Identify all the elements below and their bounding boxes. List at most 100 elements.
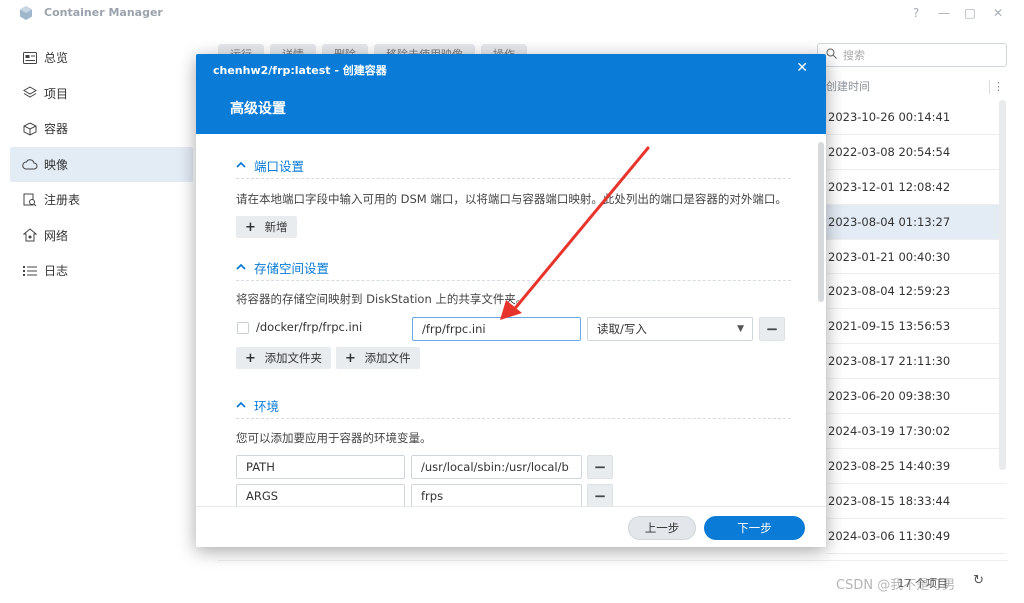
port-section-title: 端口设置: [254, 159, 305, 174]
column-separator: [989, 80, 990, 94]
dialog-scrollbar[interactable]: [818, 142, 824, 302]
sidebar-item-project[interactable]: 项目: [0, 76, 205, 112]
search-icon: [826, 48, 837, 62]
sidebar-item-image[interactable]: 映像: [10, 146, 193, 182]
env-name-input[interactable]: ARGS: [236, 484, 405, 506]
mount-path-input[interactable]: /frp/frpc.ini: [412, 317, 581, 341]
env-section-header[interactable]: 环境: [236, 396, 279, 415]
permission-value: 读取/写入: [597, 322, 647, 336]
dialog-footer: 上一步 下一步: [196, 506, 826, 547]
table-row[interactable]: 2023-08-17 21:11:30: [826, 344, 1006, 380]
sidebar-item-label: 映像: [44, 157, 69, 172]
storage-row-checkbox[interactable]: [237, 322, 249, 334]
image-table: 2023-10-26 00:14:41 2022-03-08 20:54:54 20…: [826, 100, 1006, 554]
maximize-icon[interactable]: □: [962, 5, 978, 21]
dialog-title: chenhw2/frp:latest - 创建容器: [213, 64, 387, 77]
table-row[interactable]: 2021-09-15 13:56:53: [826, 309, 1006, 345]
section-divider: [236, 280, 791, 281]
storage-section-title: 存储空间设置: [254, 261, 330, 276]
table-row[interactable]: 2023-08-25 14:40:39: [826, 449, 1006, 484]
next-button[interactable]: 下一步: [704, 516, 805, 540]
sidebar-item-label: 容器: [44, 122, 69, 137]
sidebar-item-label: 注册表: [44, 193, 81, 208]
watermark: CSDN @我不是叮男: [836, 578, 956, 593]
registry-icon: [22, 192, 38, 208]
container-manager-logo: [20, 6, 32, 20]
minimize-icon[interactable]: —: [936, 5, 952, 21]
section-divider: [236, 418, 791, 419]
storage-description: 将容器的存储空间映射到 DiskStation 上的共享文件夹。: [236, 292, 528, 306]
table-row[interactable]: 2024-03-19 17:30:02: [826, 414, 1006, 449]
sidebar-item-label: 网络: [44, 228, 69, 243]
caret-down-icon: ▼: [737, 324, 744, 334]
table-row[interactable]: 2024-03-06 11:30:49: [826, 519, 1006, 554]
container-icon: [22, 121, 38, 137]
list-icon: [22, 263, 38, 279]
table-row[interactable]: 2023-12-01 12:08:42: [826, 170, 1006, 205]
sidebar-item-label: 总览: [44, 51, 69, 66]
env-value-input[interactable]: frps: [411, 484, 582, 506]
add-port-button[interactable]: + 新增: [236, 216, 297, 238]
plus-icon: +: [245, 351, 256, 366]
search-placeholder: 搜索: [843, 49, 865, 62]
table-row[interactable]: 2023-08-04 01:13:27: [826, 204, 1006, 240]
section-divider: [236, 178, 791, 179]
table-scrollbar[interactable]: [999, 100, 1006, 470]
layers-icon: [22, 85, 38, 101]
refresh-icon[interactable]: ↻: [973, 573, 984, 588]
more-icon[interactable]: ⋮: [993, 80, 1004, 93]
sidebar-item-label: 日志: [44, 264, 69, 279]
port-section-header[interactable]: 端口设置: [236, 156, 304, 175]
close-icon[interactable]: ✕: [990, 5, 1006, 21]
add-file-button[interactable]: + 添加文件: [336, 347, 420, 369]
close-icon[interactable]: ✕: [796, 60, 808, 76]
host-path: /docker/frp/frpc.ini: [256, 320, 363, 334]
plus-icon: +: [245, 220, 256, 235]
sidebar-item-label: 项目: [44, 86, 69, 101]
sidebar-item-log[interactable]: 日志: [0, 253, 205, 289]
network-icon: [22, 227, 38, 243]
env-name-input[interactable]: PATH: [236, 455, 405, 479]
storage-section-header[interactable]: 存储空间设置: [236, 258, 329, 277]
sidebar-item-overview[interactable]: 总览: [0, 40, 205, 76]
plus-icon: +: [345, 351, 356, 366]
column-header-created[interactable]: 创建时间 ⋮: [826, 78, 1008, 98]
overview-icon: [22, 50, 38, 66]
add-folder-label: 添加文件夹: [264, 351, 323, 365]
chevron-up-icon: [236, 262, 246, 273]
sidebar: 总览 项目 容器 映像 注册表 网络 日志: [0, 40, 205, 289]
chevron-up-icon: [236, 400, 246, 411]
previous-button[interactable]: 上一步: [628, 516, 696, 540]
remove-env-button[interactable]: −: [587, 455, 613, 479]
app-title: Container Manager: [44, 6, 163, 19]
create-container-dialog: chenhw2/frp:latest - 创建容器 ✕ 高级设置 端口设置 请在…: [196, 54, 826, 547]
table-row[interactable]: 2023-08-15 18:33:44: [826, 484, 1006, 519]
dialog-body: 端口设置 请在本地端口字段中输入可用的 DSM 端口，以将端口与容器端口映射。此…: [196, 134, 826, 506]
table-row[interactable]: 2022-03-08 20:54:54: [826, 135, 1006, 170]
add-folder-button[interactable]: + 添加文件夹: [236, 347, 332, 369]
add-file-label: 添加文件: [364, 351, 411, 365]
title-bar: Container Manager ? — □ ✕: [0, 0, 1024, 26]
sidebar-item-registry[interactable]: 注册表: [0, 182, 205, 218]
table-row[interactable]: 2023-01-21 00:40:30: [826, 240, 1006, 275]
sidebar-item-network[interactable]: 网络: [0, 218, 205, 254]
dialog-subtitle: 高级设置: [230, 101, 286, 117]
sidebar-item-container[interactable]: 容器: [0, 111, 205, 147]
table-row[interactable]: 2023-10-26 00:14:41: [826, 100, 1006, 135]
remove-storage-button[interactable]: −: [759, 317, 785, 341]
cloud-icon: [22, 156, 38, 172]
table-row[interactable]: 2023-06-20 09:38:30: [826, 379, 1006, 415]
column-header-label: 创建时间: [826, 80, 870, 93]
remove-env-button[interactable]: −: [587, 484, 613, 506]
env-section-title: 环境: [254, 399, 280, 414]
table-row[interactable]: 2023-08-04 12:59:23: [826, 274, 1006, 310]
chevron-up-icon: [236, 160, 246, 171]
help-icon[interactable]: ?: [908, 5, 924, 21]
add-port-label: 新增: [264, 220, 288, 234]
permission-select[interactable]: 读取/写入 ▼: [587, 317, 753, 341]
env-value-input[interactable]: /usr/local/sbin:/usr/local/b: [411, 455, 582, 479]
search-input[interactable]: 搜索: [817, 43, 1007, 67]
port-description: 请在本地端口字段中输入可用的 DSM 端口，以将端口与容器端口映射。此处列出的端…: [236, 192, 787, 206]
dialog-header: chenhw2/frp:latest - 创建容器 ✕ 高级设置: [196, 54, 826, 134]
env-description: 您可以添加要应用于容器的环境变量。: [236, 431, 432, 445]
